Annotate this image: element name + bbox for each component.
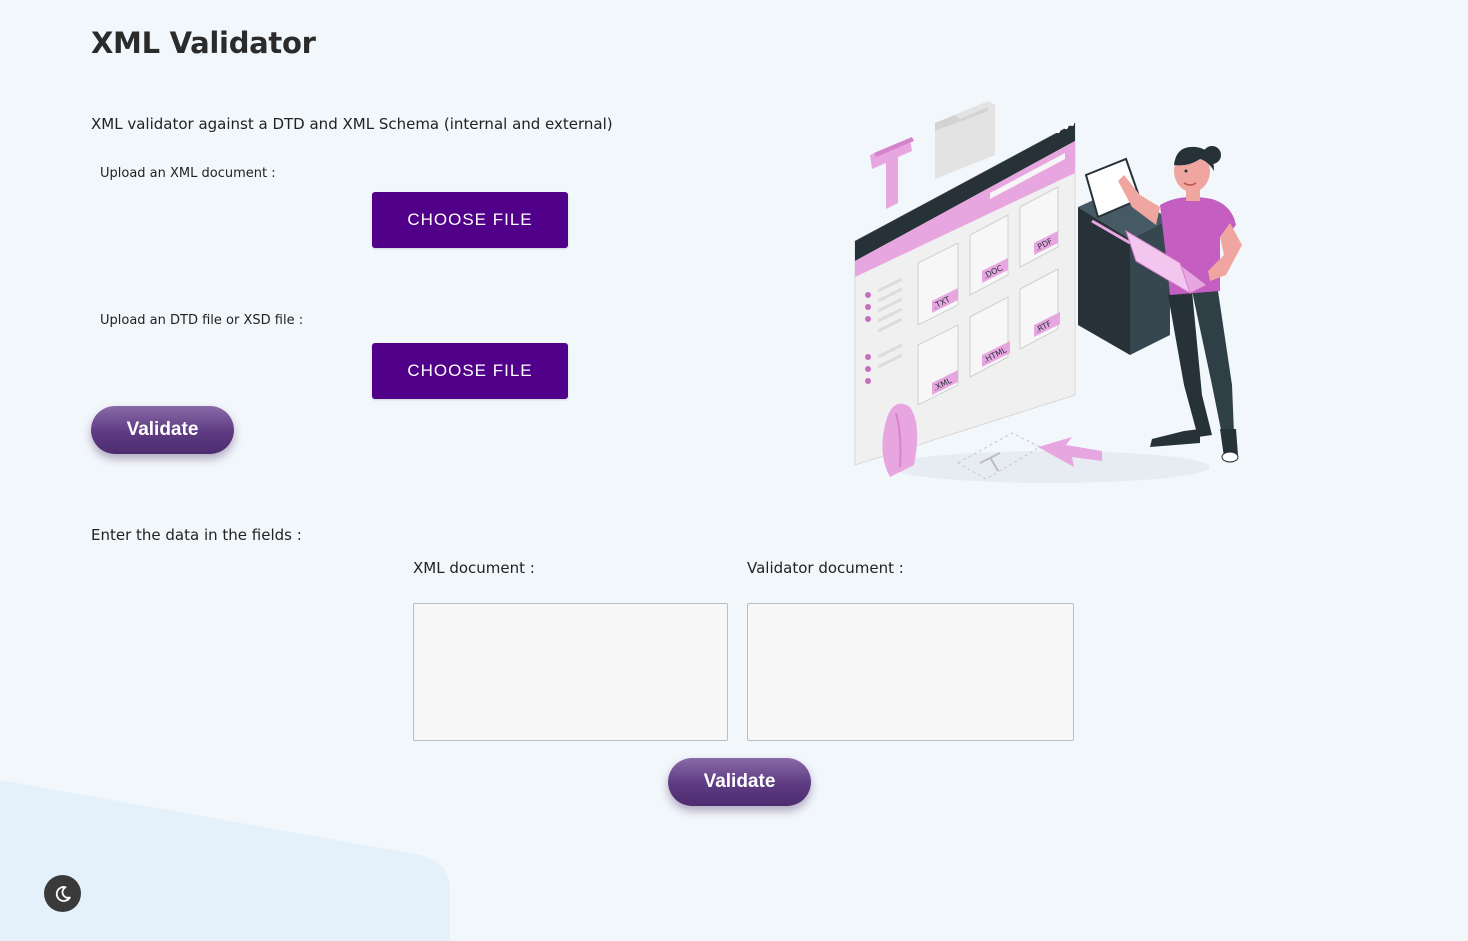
floor-shadow — [890, 451, 1210, 483]
page-description: XML validator against a DTD and XML Sche… — [91, 115, 613, 133]
theme-toggle-button[interactable] — [44, 875, 81, 912]
validator-document-label: Validator document : — [747, 559, 904, 577]
xml-choose-file-button[interactable]: CHOOSE FILE — [372, 192, 568, 248]
xml-document-textarea[interactable] — [413, 603, 728, 741]
moon-icon — [55, 885, 71, 902]
manual-entry-label: Enter the data in the fields : — [91, 526, 302, 544]
schema-upload-label: Upload an DTD file or XSD file : — [100, 313, 304, 328]
file-types-illustration: .TXT .DOC .PDF .XML .HTML .RTF — [854, 101, 1242, 483]
upload-validate-button[interactable]: Validate — [91, 406, 234, 454]
validator-document-textarea[interactable] — [747, 603, 1074, 741]
xml-upload-label: Upload an XML document : — [100, 166, 276, 181]
manual-validate-button[interactable]: Validate — [668, 758, 811, 806]
schema-choose-file-button[interactable]: CHOOSE FILE — [372, 343, 568, 399]
folder-icon — [935, 101, 995, 179]
page-title: XML Validator — [91, 26, 316, 60]
text-tool-icon — [870, 137, 914, 209]
xml-document-label: XML document : — [413, 559, 535, 577]
